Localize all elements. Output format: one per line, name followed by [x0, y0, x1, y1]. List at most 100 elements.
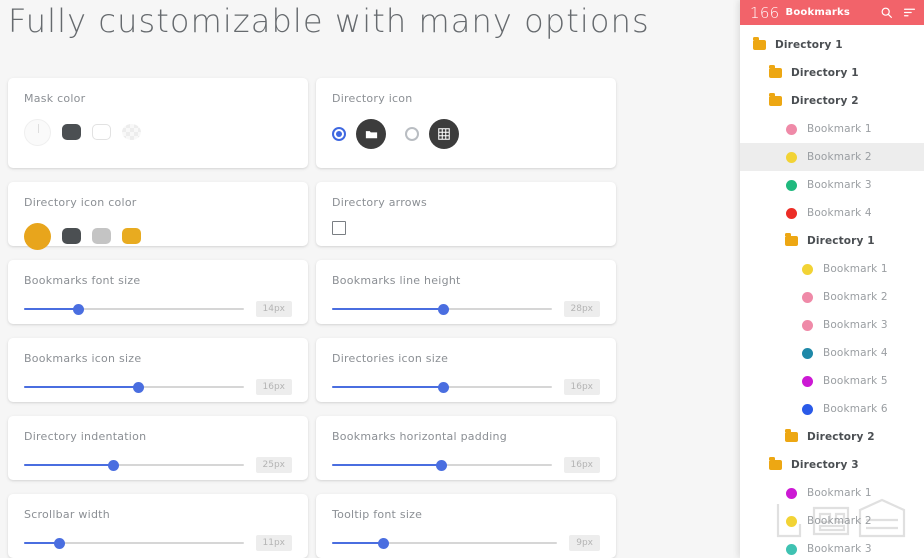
- setting-card-tooltip-font-size: Tooltip font size 9px: [316, 494, 616, 558]
- settings-card-grid: Mask color Directory icon Directory icon c…: [0, 78, 740, 558]
- slider-fill: [24, 464, 114, 466]
- directory-row[interactable]: Directory 1: [740, 227, 924, 255]
- slider-track-directory-indentation[interactable]: [24, 459, 244, 471]
- folder-shape: [752, 37, 766, 50]
- directory-row[interactable]: Directory 2: [740, 423, 924, 451]
- slider-row: 16px: [24, 377, 292, 397]
- item-label: Bookmark 2: [807, 151, 872, 163]
- directory-row[interactable]: Directory 2: [740, 87, 924, 115]
- bookmark-row[interactable]: Bookmark 4: [740, 339, 924, 367]
- slider-value: 16px: [563, 379, 600, 395]
- item-label: Bookmark 3: [807, 543, 872, 555]
- slider-track-bookmarks-font-size[interactable]: [24, 303, 244, 315]
- bookmark-row[interactable]: Bookmark 3: [740, 311, 924, 339]
- directory-row[interactable]: Directory 3: [740, 451, 924, 479]
- search-icon[interactable]: [880, 6, 893, 19]
- slider-value: 11px: [255, 535, 292, 551]
- bookmark-row[interactable]: Bookmark 1: [740, 115, 924, 143]
- slider-row: 28px: [332, 299, 600, 319]
- slider-knob[interactable]: [132, 381, 144, 393]
- slider-knob[interactable]: [378, 537, 390, 549]
- swatch-row: [24, 117, 292, 147]
- color-swatch-amber[interactable]: [122, 228, 141, 244]
- setting-card-bookmarks-font-size: Bookmarks font size 14px: [8, 260, 308, 324]
- item-label: Bookmark 1: [823, 263, 888, 275]
- bookmark-row[interactable]: Bookmark 1: [740, 479, 924, 507]
- color-swatch-selected-pale[interactable]: [24, 118, 51, 146]
- radio-folder[interactable]: [332, 127, 346, 141]
- slider-row: 9px: [332, 533, 600, 553]
- slider-row: 25px: [24, 455, 292, 475]
- item-label: Bookmark 1: [807, 487, 872, 499]
- color-swatch-transparent[interactable]: [122, 124, 141, 140]
- slider-track-bookmarks-icon-size[interactable]: [24, 381, 244, 393]
- item-label: Directory 1: [807, 235, 875, 247]
- directory-row[interactable]: Directory 1: [740, 59, 924, 87]
- item-label: Directory 2: [807, 431, 875, 443]
- bookmark-row[interactable]: Bookmark 6: [740, 395, 924, 423]
- setting-card-directory-icon-color: Directory icon color: [8, 182, 308, 250]
- setting-label: Directory icon color: [24, 196, 137, 209]
- item-label: Directory 1: [791, 67, 859, 79]
- slider-track-bookmarks-horizontal-padding[interactable]: [332, 459, 552, 471]
- slider-row: 16px: [332, 377, 600, 397]
- slider-value: 14px: [255, 301, 292, 317]
- slider-row: 14px: [24, 299, 292, 319]
- slider-track-scrollbar-width[interactable]: [24, 537, 244, 549]
- slider-knob[interactable]: [108, 459, 120, 471]
- color-swatch-light-gray[interactable]: [92, 228, 111, 244]
- setting-label: Directories icon size: [332, 352, 449, 365]
- sort-icon[interactable]: [903, 6, 916, 19]
- bookmark-row[interactable]: Bookmark 2: [740, 143, 924, 171]
- setting-label: Directory arrows: [332, 196, 428, 209]
- bookmark-dot-icon: [798, 347, 816, 359]
- page-title: Fully customizable with many options: [8, 2, 650, 40]
- item-label: Bookmark 3: [823, 319, 888, 331]
- color-swatch-dark-gray[interactable]: [62, 124, 81, 140]
- slider-knob[interactable]: [73, 303, 85, 315]
- bookmark-dot-icon: [798, 403, 816, 415]
- folder-icon[interactable]: [356, 119, 386, 149]
- bookmark-row[interactable]: Bookmark 5: [740, 367, 924, 395]
- bookmark-dot-icon: [782, 207, 800, 219]
- color-swatch-dark-gray[interactable]: [62, 228, 81, 244]
- slider-knob[interactable]: [438, 303, 450, 315]
- bookmark-dot-icon: [798, 319, 816, 331]
- bookmark-row[interactable]: Bookmark 3: [740, 171, 924, 199]
- dot-shape: [801, 291, 813, 303]
- setting-label: Bookmarks icon size: [24, 352, 142, 365]
- bookmark-dot-icon: [798, 263, 816, 275]
- slider-track-directories-icon-size[interactable]: [332, 381, 552, 393]
- setting-label: Scrollbar width: [24, 508, 110, 521]
- dot-shape: [801, 403, 813, 415]
- bookmark-row[interactable]: Bookmark 3: [740, 535, 924, 558]
- setting-card-bookmarks-horizontal-padding: Bookmarks horizontal padding 16px: [316, 416, 616, 480]
- bookmark-dot-icon: [782, 543, 800, 555]
- item-label: Bookmark 1: [807, 123, 872, 135]
- bookmarks-tree: Directory 1 Directory 1 Directory 2 Bookmar…: [740, 25, 924, 558]
- setting-label: Directory icon: [332, 92, 413, 105]
- bookmark-row[interactable]: Bookmark 2: [740, 507, 924, 535]
- slider-knob[interactable]: [436, 459, 448, 471]
- bookmarks-title: Bookmarks: [785, 7, 851, 18]
- bookmarks-header: 166 Bookmarks: [740, 0, 924, 25]
- bookmark-dot-icon: [782, 515, 800, 527]
- setting-label: Mask color: [24, 92, 86, 105]
- bookmark-row[interactable]: Bookmark 4: [740, 199, 924, 227]
- slider-track-bookmarks-line-height[interactable]: [332, 303, 552, 315]
- setting-card-directories-icon-size: Directories icon size 16px: [316, 338, 616, 402]
- color-swatch-amber-selected[interactable]: [24, 222, 51, 250]
- dot-shape: [785, 151, 797, 163]
- directory-row[interactable]: Directory 1: [740, 31, 924, 59]
- bookmark-row[interactable]: Bookmark 1: [740, 255, 924, 283]
- slider-fill: [332, 542, 384, 544]
- grid-icon[interactable]: [429, 119, 459, 149]
- slider-track-tooltip-font-size[interactable]: [332, 537, 558, 549]
- color-swatch-white[interactable]: [92, 124, 111, 140]
- item-label: Bookmark 2: [823, 291, 888, 303]
- checkbox-directory-arrows[interactable]: [332, 221, 346, 235]
- slider-knob[interactable]: [53, 537, 65, 549]
- radio-grid[interactable]: [405, 127, 419, 141]
- slider-knob[interactable]: [438, 381, 450, 393]
- bookmark-row[interactable]: Bookmark 2: [740, 283, 924, 311]
